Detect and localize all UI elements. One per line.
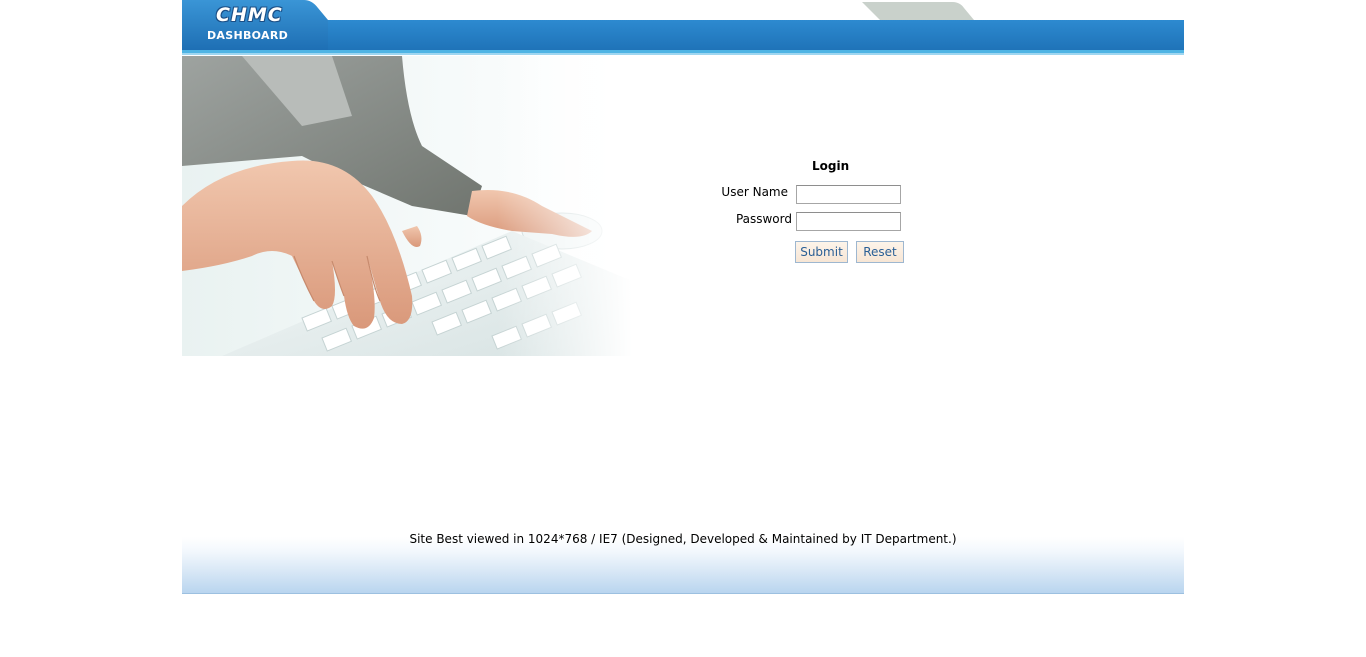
username-label: User Name (721, 185, 788, 199)
logo-subtitle: DASHBOARD (207, 29, 289, 42)
login-title: Login (812, 159, 850, 173)
login-form: Login User Name Password Submit Reset (702, 156, 962, 276)
header-banner: CHMC DASHBOARD (182, 0, 1184, 56)
page-container: CHMC DASHBOARD Login User Name Password … (182, 0, 1184, 594)
password-label: Password (735, 212, 792, 226)
footer: Site Best viewed in 1024*768 / IE7 (Desi… (182, 532, 1184, 594)
submit-button[interactable]: Submit (795, 241, 848, 263)
hero-keyboard-image (182, 56, 632, 356)
footer-text: Site Best viewed in 1024*768 / IE7 (Desi… (409, 532, 957, 546)
username-input[interactable] (796, 185, 901, 204)
reset-button[interactable]: Reset (856, 241, 904, 263)
header-graphic (182, 0, 1184, 55)
password-input[interactable] (796, 212, 901, 231)
logo: CHMC (216, 4, 283, 26)
